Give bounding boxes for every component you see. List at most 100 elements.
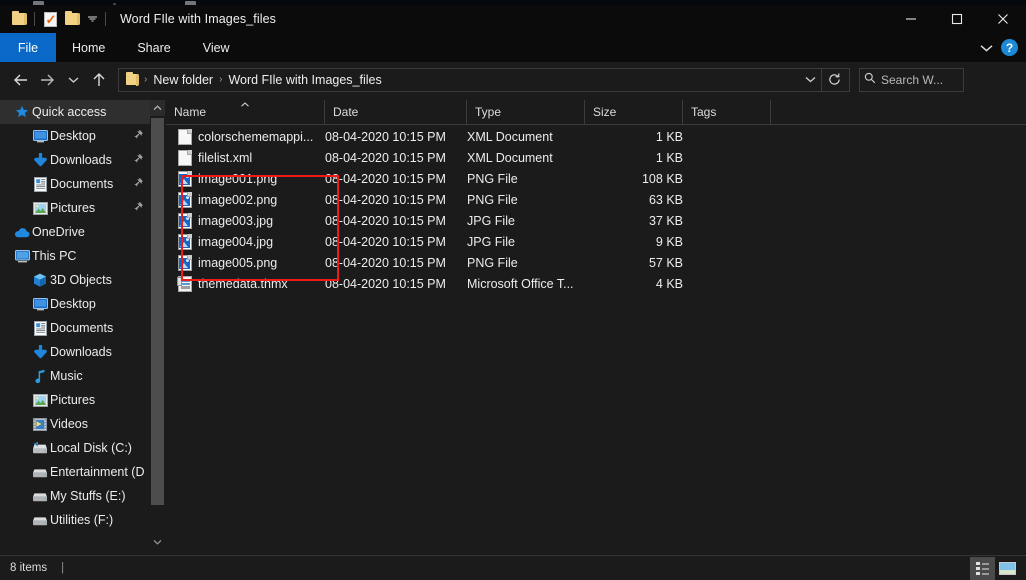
file-rows: colorschememappi... 08-04-2020 10:15 PM XM… [166,126,1026,294]
sidebar-item-label: Downloads [50,345,112,359]
chevron-down-icon[interactable] [799,76,821,83]
tab-home[interactable]: Home [56,33,121,62]
sidebar-item-quick-access[interactable]: Quick access [0,100,150,124]
ribbon-tab-bar: File Home Share View ? [0,33,1026,62]
file-name-cell[interactable]: themedata.thmx [166,276,325,292]
maximize-button[interactable] [934,5,980,33]
breadcrumb-bar[interactable]: › New folder › Word FIle with Images_fil… [118,68,850,92]
folder-icon[interactable] [8,8,30,30]
recent-locations-icon[interactable] [60,62,86,97]
pin-icon[interactable] [133,201,144,215]
search-input[interactable]: Search W... [859,68,964,92]
sidebar-item-label: Utilities (F:) [50,513,113,527]
file-size-cell: 37 KB [595,214,683,228]
sidebar-item-desktop[interactable]: Desktop [0,292,150,316]
pc-icon [12,250,32,263]
sidebar-item-local-disk-c[interactable]: Local Disk (C:) [0,436,150,460]
scrollbar-thumb[interactable] [151,118,164,505]
sidebar-item-music[interactable]: Music [0,364,150,388]
sidebar-item-utilities-f[interactable]: Utilities (F:) [0,508,150,532]
folder-icon[interactable] [61,8,83,30]
breadcrumb-item-new-folder[interactable]: New folder [148,73,218,87]
image-file-icon [178,192,192,208]
column-header-date[interactable]: Date [325,100,467,125]
large-icons-view-button[interactable] [995,557,1020,580]
table-row[interactable]: image005.png08-04-2020 10:15 PMPNG File5… [166,252,1026,273]
file-name-label: image002.png [198,193,277,207]
sidebar-item-pictures[interactable]: Pictures [0,196,150,220]
file-name-cell[interactable]: image004.jpg [166,234,325,250]
table-row[interactable]: image001.png08-04-2020 10:15 PMPNG File1… [166,168,1026,189]
pin-icon[interactable] [133,129,144,143]
breadcrumb-item-current[interactable]: Word FIle with Images_files [223,73,386,87]
file-name-cell[interactable]: image002.png [166,192,325,208]
column-header-label: Date [333,105,358,119]
sidebar-item-entertainment-d[interactable]: Entertainment (D:) [0,460,150,484]
navigation-scrollbar[interactable] [150,100,165,555]
forward-button[interactable] [34,62,60,97]
sidebar-item-videos[interactable]: Videos [0,412,150,436]
table-row[interactable]: themedata.thmx08-04-2020 10:15 PMMicroso… [166,273,1026,294]
file-size-cell: 9 KB [595,235,683,249]
file-type-cell: JPG File [467,214,595,228]
column-header-size[interactable]: Size [585,100,683,125]
scroll-down-icon[interactable] [150,534,165,550]
table-row[interactable]: image002.png08-04-2020 10:15 PMPNG File6… [166,189,1026,210]
check-document-icon[interactable] [39,8,61,30]
help-button[interactable]: ? [1001,39,1018,56]
column-header-label: Name [174,105,206,119]
up-button[interactable] [86,62,112,97]
chevron-down-icon[interactable] [83,8,101,30]
chevron-down-icon[interactable] [973,33,999,62]
monitor-icon [30,130,50,143]
tab-file[interactable]: File [0,33,56,62]
file-name-cell[interactable]: image003.jpg [166,213,325,229]
sidebar-item-pictures[interactable]: Pictures [0,388,150,412]
column-header-spacer [771,100,1026,125]
file-name-cell[interactable]: image001.png [166,171,325,187]
sidebar-item-3d-objects[interactable]: 3D Objects [0,268,150,292]
minimize-button[interactable] [888,5,934,33]
file-size-cell: 57 KB [595,256,683,270]
download-icon [30,153,50,167]
close-button[interactable] [980,5,1026,33]
table-row[interactable]: image003.jpg08-04-2020 10:15 PMJPG File3… [166,210,1026,231]
column-header-name[interactable]: Name [166,100,325,125]
theme-file-icon [178,276,192,292]
sidebar-item-label: Entertainment (D:) [50,465,144,479]
scroll-up-icon[interactable] [150,100,165,116]
sidebar-item-downloads[interactable]: Downloads [0,148,150,172]
sidebar-item-documents[interactable]: Documents [0,172,150,196]
table-row[interactable]: colorschememappi...08-04-2020 10:15 PMXM… [166,126,1026,147]
table-row[interactable]: filelist.xml08-04-2020 10:15 PMXML Docum… [166,147,1026,168]
details-view-button[interactable] [970,557,995,580]
sidebar-item-downloads[interactable]: Downloads [0,340,150,364]
sidebar-item-documents[interactable]: Documents [0,316,150,340]
image-file-icon [178,213,192,229]
file-size-cell: 108 KB [595,172,683,186]
sidebar-item-label: This PC [32,249,76,263]
file-name-cell[interactable]: filelist.xml [166,150,325,166]
back-button[interactable] [8,62,34,97]
file-date-cell: 08-04-2020 10:15 PM [325,193,467,207]
sidebar-item-desktop[interactable]: Desktop [0,124,150,148]
sidebar-item-label: Documents [50,321,113,335]
table-row[interactable]: image004.jpg08-04-2020 10:15 PMJPG File9… [166,231,1026,252]
file-type-cell: XML Document [467,151,595,165]
tab-share[interactable]: Share [121,33,186,62]
pin-icon[interactable] [133,153,144,167]
sidebar-item-this-pc[interactable]: This PC [0,244,150,268]
column-header-tags[interactable]: Tags [683,100,771,125]
pin-icon[interactable] [133,177,144,191]
music-icon [30,369,50,383]
refresh-icon[interactable] [821,68,847,92]
folder-icon [121,74,143,85]
sidebar-item-label: Pictures [50,201,95,215]
tab-view[interactable]: View [187,33,246,62]
file-name-cell[interactable]: image005.png [166,255,325,271]
sidebar-item-my-stuffs-e[interactable]: My Stuffs (E:) [0,484,150,508]
file-name-cell[interactable]: colorschememappi... [166,129,325,145]
toolbar-divider [105,12,106,26]
sidebar-item-onedrive[interactable]: OneDrive [0,220,150,244]
column-header-type[interactable]: Type [467,100,585,125]
